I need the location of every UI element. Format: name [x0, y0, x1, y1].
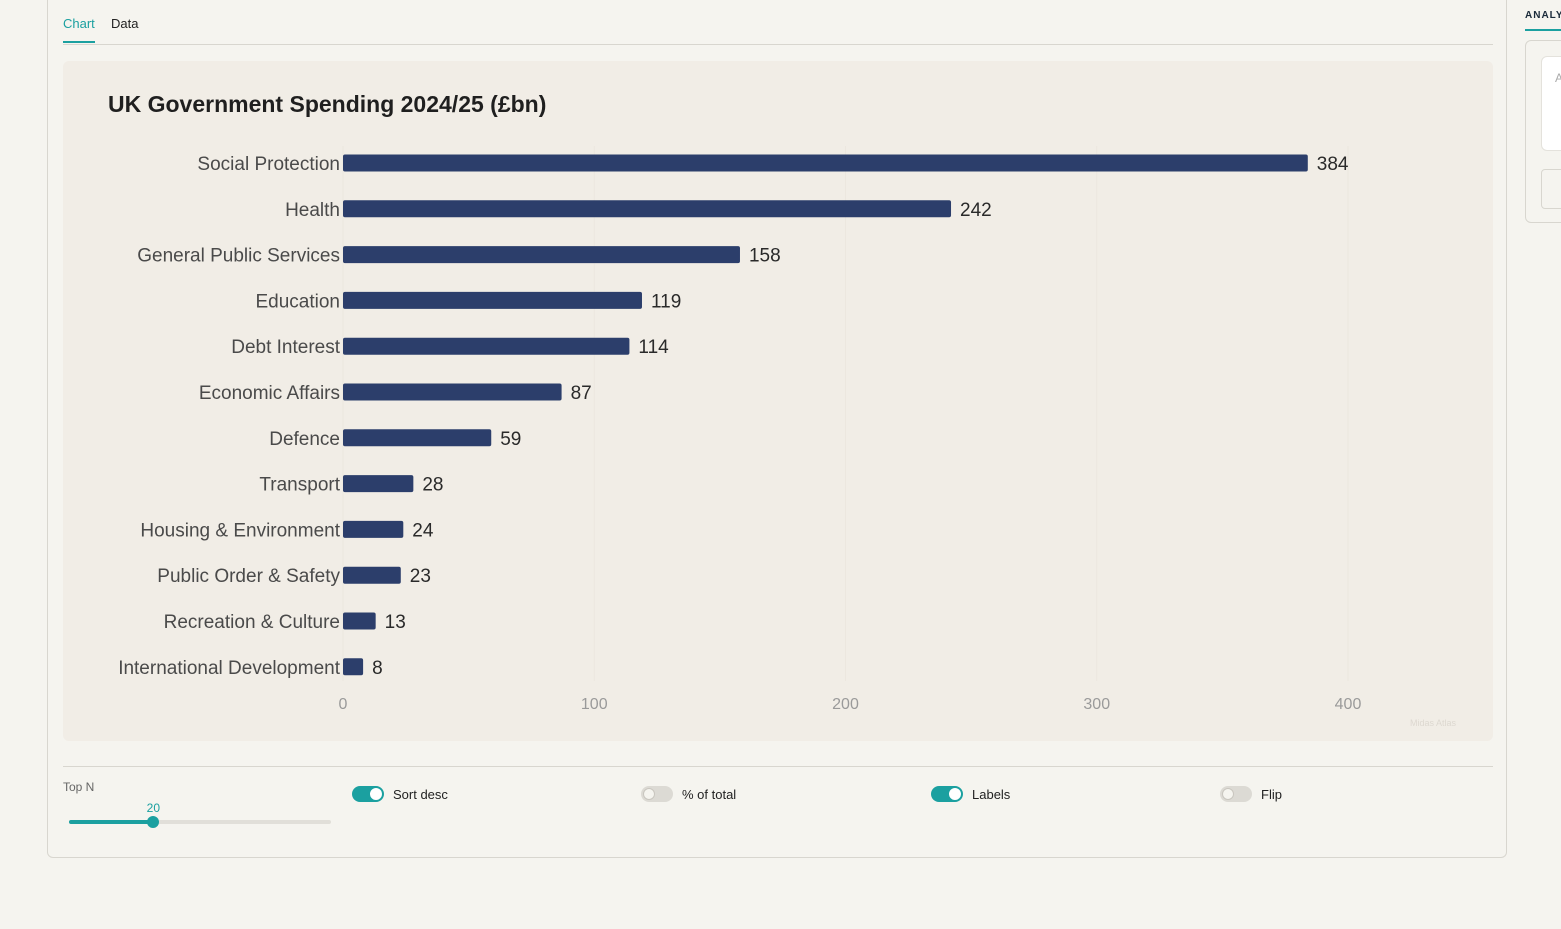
- category-label: Social Protection: [197, 154, 340, 175]
- category-label: Education: [255, 291, 340, 312]
- bar: [343, 475, 414, 493]
- sort-desc-toggle[interactable]: Sort desc: [352, 785, 448, 803]
- category-label: Economic Affairs: [199, 383, 340, 404]
- view-tabs: Chart Data: [63, 0, 1493, 45]
- sort-desc-label: Sort desc: [393, 786, 448, 802]
- analysis-sidebar: ANALY A: [1525, 0, 1561, 929]
- category-label: Recreation & Culture: [164, 612, 340, 633]
- data-label: 119: [651, 291, 681, 312]
- x-tick-label: 200: [832, 696, 859, 713]
- data-label: 59: [500, 429, 521, 450]
- bar: [343, 291, 642, 309]
- tab-data[interactable]: Data: [111, 16, 138, 41]
- top-n-value: 20: [146, 801, 161, 815]
- slider-fill: [69, 820, 154, 824]
- bar: [343, 246, 740, 264]
- data-label: 87: [571, 383, 592, 404]
- bar: [343, 429, 492, 447]
- bar: [343, 520, 404, 538]
- data-label: 384: [1317, 154, 1349, 175]
- x-tick-label: 100: [581, 696, 608, 713]
- chart-panel: Chart Data UK Government Spending 2024/2…: [47, 0, 1507, 858]
- data-label: 28: [422, 475, 443, 496]
- tab-chart[interactable]: Chart: [63, 16, 95, 43]
- labels-toggle[interactable]: Labels: [931, 785, 1010, 803]
- labels-switch[interactable]: [931, 786, 963, 802]
- flip-label: Flip: [1261, 786, 1282, 802]
- category-label: General Public Services: [137, 246, 340, 267]
- sidebar-heading: ANALY: [1525, 10, 1561, 21]
- chart-card: UK Government Spending 2024/25 (£bn) Soc…: [63, 61, 1493, 741]
- watermark: Midas Atlas: [1409, 718, 1456, 728]
- data-label: 114: [638, 337, 669, 358]
- sidebar-card: A: [1525, 40, 1561, 223]
- top-n-label: Top N: [63, 780, 95, 794]
- flip-toggle[interactable]: Flip: [1220, 785, 1282, 803]
- switch-knob: [1222, 788, 1234, 800]
- analysis-textarea[interactable]: A: [1541, 56, 1561, 151]
- percent-total-label: % of total: [682, 786, 737, 802]
- bar: [343, 658, 364, 676]
- sort-desc-switch[interactable]: [352, 786, 384, 802]
- sidebar-tab-underline: [1525, 29, 1561, 31]
- category-label: Debt Interest: [231, 337, 340, 358]
- switch-knob: [643, 788, 655, 800]
- category-label: Housing & Environment: [140, 520, 340, 541]
- category-label: Health: [285, 200, 340, 221]
- category-label: Public Order & Safety: [157, 566, 340, 587]
- x-tick-label: 400: [1335, 696, 1362, 713]
- sidebar-action-button[interactable]: [1541, 169, 1561, 209]
- data-label: 8: [372, 658, 383, 679]
- switch-knob: [949, 788, 961, 800]
- category-label: Defence: [269, 429, 340, 450]
- bar: [343, 383, 562, 401]
- bar: [343, 154, 1308, 172]
- bar: [343, 337, 630, 355]
- percent-total-switch[interactable]: [641, 786, 673, 802]
- data-label: 242: [960, 200, 992, 221]
- controls-divider: [63, 766, 1493, 767]
- percent-total-toggle[interactable]: % of total: [641, 785, 736, 803]
- category-label: International Development: [118, 658, 341, 679]
- bar: [343, 200, 952, 218]
- flip-switch[interactable]: [1220, 786, 1252, 802]
- x-tick-label: 0: [339, 696, 348, 713]
- bar-chart: Social Protection 384 Health 242 General Pub…: [118, 146, 1362, 713]
- data-label: 13: [385, 612, 406, 633]
- slider-thumb[interactable]: [147, 816, 160, 828]
- top-n-slider[interactable]: 20: [69, 801, 331, 828]
- category-label: Transport: [259, 475, 340, 496]
- bar: [343, 566, 401, 584]
- bar: [343, 612, 376, 630]
- data-label: 24: [412, 520, 434, 541]
- labels-label: Labels: [972, 786, 1011, 802]
- x-tick-label: 300: [1083, 696, 1110, 713]
- data-label: 158: [749, 246, 781, 267]
- switch-knob: [370, 788, 382, 800]
- data-label: 23: [410, 566, 431, 587]
